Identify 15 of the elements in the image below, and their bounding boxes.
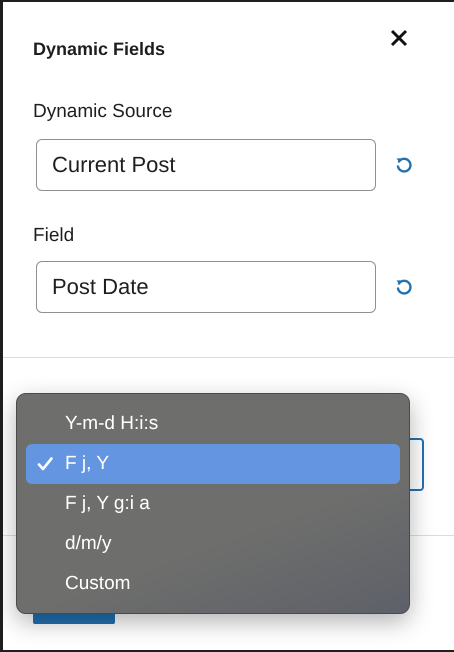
reset-icon <box>394 155 414 175</box>
menu-option[interactable]: F j, Y g:i a <box>26 484 400 524</box>
reset-icon <box>394 277 414 297</box>
menu-option[interactable]: Y-m-d H:i:s <box>26 404 400 444</box>
field-label: Field <box>33 224 76 248</box>
panel-title: Dynamic Fields <box>33 38 166 60</box>
select-field[interactable]: Current Post <box>36 139 376 191</box>
field-label: Dynamic Source <box>33 100 174 124</box>
reset-button[interactable] <box>394 277 414 297</box>
reset-button[interactable] <box>394 155 414 175</box>
menu-option[interactable]: d/m/y <box>26 524 400 564</box>
check-icon <box>37 456 53 472</box>
menu-option[interactable]: Custom <box>26 564 400 604</box>
select-field[interactable]: Post Date <box>36 261 376 313</box>
menu-option[interactable]: F j, Y <box>26 444 400 484</box>
